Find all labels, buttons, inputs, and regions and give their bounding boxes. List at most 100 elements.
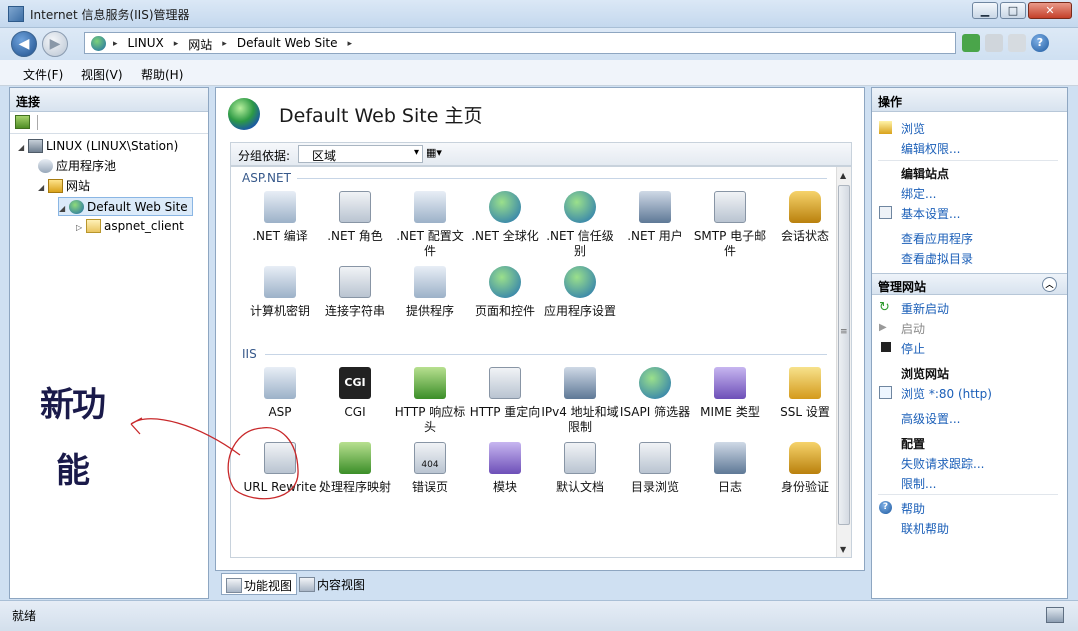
action-view-vdirs[interactable]: 查看虚拟目录 [901, 250, 973, 267]
connection-string-icon [339, 266, 371, 298]
breadcrumb-site[interactable]: Default Web Site [237, 36, 338, 53]
breadcrumb-sites[interactable]: 网站 [188, 36, 212, 53]
scroll-up-icon[interactable]: ▲ [840, 171, 846, 180]
feature-http-redirect[interactable]: HTTP 重定向 [466, 367, 544, 420]
breadcrumb-separator: ▸ [113, 39, 118, 49]
action-start[interactable]: 启动 [901, 320, 925, 337]
action-heading-config: 配置 [901, 437, 926, 451]
ipv4-icon [564, 367, 596, 399]
connect-icon[interactable] [15, 115, 30, 129]
feature-url-rewrite[interactable]: URL Rewrite [241, 442, 319, 495]
collapse-toggle-icon[interactable]: ◢ [59, 200, 69, 218]
tab-features-view[interactable]: 功能视图 [221, 573, 298, 595]
feature-handler[interactable]: 处理程序映射 [316, 442, 394, 495]
home-icon[interactable] [1008, 34, 1026, 52]
forward-button[interactable]: ▶ [42, 31, 68, 57]
feature-app-settings[interactable]: 应用程序设置 [541, 266, 619, 319]
tree-node-label: LINUX (LINUX\Station) [46, 139, 179, 153]
feature-isapi[interactable]: ISAPI 筛选器 [616, 367, 694, 420]
menu-file[interactable]: 文件(F) [23, 66, 63, 83]
feature-label: ASP [268, 405, 292, 419]
action-stop[interactable]: 停止 [901, 340, 925, 357]
logging-icon [714, 442, 746, 474]
tab-content-view[interactable]: 内容视图 [295, 573, 369, 595]
help-icon[interactable]: ? [1031, 34, 1049, 52]
feature-net-profile[interactable]: .NET 配置文件 [391, 191, 469, 259]
maximize-button[interactable]: □ [1000, 2, 1026, 19]
feature-logging[interactable]: 日志 [691, 442, 769, 495]
tree-node-default-web-site[interactable]: ◢ Default Web Site [58, 197, 193, 216]
feature-providers[interactable]: 提供程序 [391, 266, 469, 319]
feature-cgi[interactable]: CGI CGI [316, 367, 394, 420]
tree-node-app-pools[interactable]: 应用程序池 [38, 157, 116, 176]
vertical-scrollbar[interactable]: ▲ ≡ ▼ [836, 167, 851, 557]
collapse-icon[interactable]: ︿ [1042, 277, 1057, 292]
group-header-aspnet: ASP.NET [242, 171, 291, 185]
view-mode-icon[interactable]: ▦▾ [426, 146, 450, 162]
minimize-button[interactable]: ▁ [972, 2, 998, 19]
feature-machine-key[interactable]: 计算机密钥 [241, 266, 319, 319]
collapse-toggle-icon[interactable]: ◢ [18, 139, 28, 157]
tree-node-aspnet-client[interactable]: ▷ aspnet_client [76, 217, 184, 236]
breadcrumb-server[interactable]: LINUX [128, 36, 164, 53]
manage-site-section[interactable]: 管理网站 ︿ [872, 273, 1067, 295]
action-browse[interactable]: 浏览 [901, 120, 925, 137]
scroll-down-icon[interactable]: ▼ [840, 545, 846, 554]
tree-node-sites[interactable]: ◢ 网站 [38, 177, 90, 196]
collapse-toggle-icon[interactable]: ◢ [38, 179, 48, 197]
address-bar[interactable]: ▸ LINUX ▸ 网站 ▸ Default Web Site ▸ [84, 32, 956, 54]
feature-net-users[interactable]: .NET 用户 [616, 191, 694, 244]
feature-auth[interactable]: 身份验证 [766, 442, 844, 495]
feature-pages-controls[interactable]: 页面和控件 [466, 266, 544, 319]
connections-toolbar [10, 112, 208, 134]
feature-net-trust[interactable]: .NET 信任级别 [541, 191, 619, 259]
feature-ssl[interactable]: SSL 设置 [766, 367, 844, 420]
group-by-label: 分组依据: [238, 149, 291, 163]
action-restart[interactable]: 重新启动 [901, 300, 949, 317]
feature-net-globalization[interactable]: .NET 全球化 [466, 191, 544, 244]
feature-dir-browse[interactable]: 目录浏览 [616, 442, 694, 495]
action-advanced-settings[interactable]: 高级设置... [901, 410, 960, 427]
feature-mime[interactable]: MIME 类型 [691, 367, 769, 420]
close-button[interactable]: ✕ [1028, 2, 1072, 19]
auth-icon [789, 442, 821, 474]
back-button[interactable]: ◀ [11, 31, 37, 57]
feature-label: SSL 设置 [780, 405, 830, 419]
tree-node-server[interactable]: ◢ LINUX (LINUX\Station) [18, 137, 178, 156]
scroll-thumb[interactable] [838, 185, 850, 525]
feature-asp[interactable]: ASP [241, 367, 319, 420]
feature-net-compile[interactable]: .NET 编译 [241, 191, 319, 244]
feature-ipv4[interactable]: IPv4 地址和域限制 [541, 367, 619, 435]
menu-view[interactable]: 视图(V) [81, 66, 123, 83]
feature-label: 默认文档 [555, 480, 604, 494]
action-limits[interactable]: 限制... [901, 475, 936, 492]
feature-session[interactable]: 会话状态 [766, 191, 844, 244]
net-trust-icon [564, 191, 596, 223]
action-help[interactable]: 帮助 [901, 500, 925, 517]
feature-label: .NET 编译 [252, 229, 308, 243]
action-online-help[interactable]: 联机帮助 [901, 520, 949, 537]
feature-error-pages[interactable]: 404 错误页 [391, 442, 469, 495]
expand-toggle-icon[interactable]: ▷ [76, 219, 86, 237]
action-view-apps[interactable]: 查看应用程序 [901, 230, 973, 247]
feature-http-headers[interactable]: HTTP 响应标头 [391, 367, 469, 435]
menu-help[interactable]: 帮助(H) [141, 66, 183, 83]
action-failed-tracing[interactable]: 失败请求跟踪... [901, 455, 984, 472]
action-edit-permissions[interactable]: 编辑权限... [901, 140, 960, 157]
feature-label: 身份验证 [780, 480, 829, 494]
feature-modules[interactable]: 模块 [466, 442, 544, 495]
http-redirect-icon [489, 367, 521, 399]
feature-default-doc[interactable]: 默认文档 [541, 442, 619, 495]
feature-net-roles[interactable]: .NET 角色 [316, 191, 394, 244]
stop-icon[interactable] [985, 34, 1003, 52]
feature-smtp[interactable]: SMTP 电子邮件 [691, 191, 769, 259]
feature-connection-string[interactable]: 连接字符串 [316, 266, 394, 319]
action-browse-80[interactable]: 浏览 *:80 (http) [901, 385, 992, 402]
refresh-icon[interactable] [962, 34, 980, 52]
action-bindings[interactable]: 绑定... [901, 185, 936, 202]
feature-label: CGI [344, 405, 366, 419]
group-by-select[interactable]: 区域 [298, 145, 423, 163]
feature-label: 错误页 [411, 480, 448, 494]
feature-label: 页面和控件 [474, 304, 535, 318]
action-basic-settings[interactable]: 基本设置... [901, 205, 960, 222]
